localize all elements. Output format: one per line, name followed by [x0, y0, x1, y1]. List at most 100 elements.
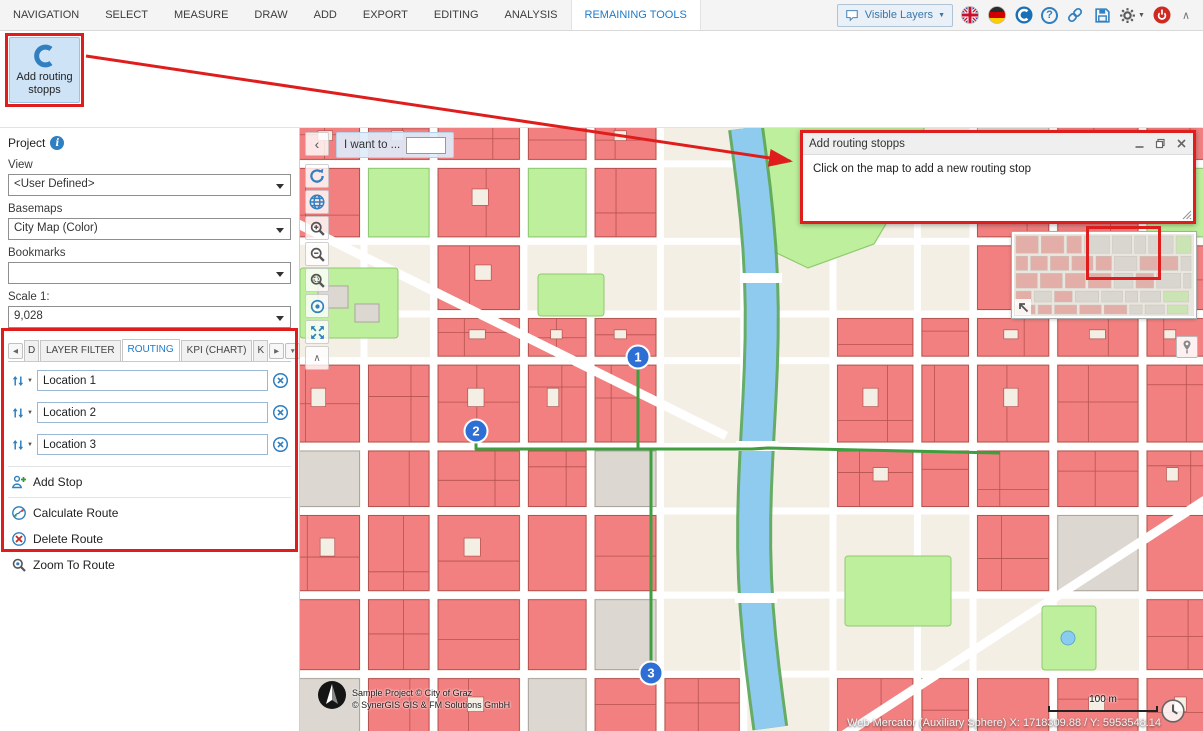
i-want-to-widget[interactable]: I want to ... [336, 132, 454, 158]
map-toolbar: ∧ [305, 164, 329, 370]
reset-rotation-button[interactable] [305, 164, 329, 188]
pin-tool-button[interactable] [1176, 336, 1198, 358]
tab-add[interactable]: ADD [301, 0, 350, 30]
zoom-window-button[interactable] [305, 268, 329, 292]
tab-remaining-tools[interactable]: REMAINING TOOLS [571, 0, 701, 30]
chevron-down-icon: ▼ [1138, 12, 1145, 19]
power-icon[interactable] [1152, 5, 1172, 25]
tool-label: Add routing stopps [10, 71, 79, 96]
c-logo-icon[interactable] [1014, 5, 1034, 25]
language-english-icon[interactable] [960, 5, 980, 25]
collapse-toolbar-button[interactable]: ∧ [305, 346, 329, 370]
calculate-route-button[interactable]: Calculate Route [8, 500, 291, 526]
panel-tab-layer-filter[interactable]: LAYER FILTER [40, 340, 121, 361]
dialog-window-buttons [1134, 138, 1187, 149]
i-want-to-input[interactable] [406, 137, 446, 154]
overview-toggle-icon[interactable] [1015, 299, 1031, 315]
save-icon[interactable] [1092, 5, 1112, 25]
tab-analysis[interactable]: ANALYSIS [492, 0, 571, 30]
chevron-down-icon: ▼ [27, 442, 33, 448]
tab-navigation[interactable]: NAVIGATION [0, 0, 92, 30]
tabs-scroll-right-button[interactable]: ▶ [269, 343, 284, 359]
zoom-in-button[interactable] [305, 216, 329, 240]
view-select[interactable]: <User Defined> [8, 174, 291, 196]
ribbon-icon-area: Visible Layers ▼ [837, 0, 1203, 30]
remove-stop-1-icon[interactable] [272, 372, 289, 389]
tab-draw[interactable]: DRAW [241, 0, 300, 30]
maximize-icon[interactable] [1155, 138, 1166, 149]
zoom-to-route-label: Zoom To Route [33, 558, 115, 572]
tabs-scroll-left-button[interactable]: ◀ [8, 343, 23, 359]
basemaps-select-value: City Map (Color) [14, 222, 98, 234]
scale-label: Scale 1: [8, 291, 291, 303]
reorder-stop-button[interactable]: ▼ [10, 373, 33, 389]
collapse-sidebar-button[interactable]: ‹ [305, 132, 329, 156]
chevron-down-icon: ▼ [938, 12, 945, 19]
chevron-down-icon [276, 272, 284, 277]
add-stop-button[interactable]: Add Stop [8, 469, 291, 495]
language-german-icon[interactable] [987, 5, 1007, 25]
add-routing-stopps-dialog: Add routing stopps Click on the map to a… [800, 130, 1196, 224]
scale-select-value: 9,028 [14, 310, 43, 322]
divider [8, 466, 291, 467]
full-extent-button[interactable] [305, 320, 329, 344]
globe-button[interactable] [305, 190, 329, 214]
svg-text:3: 3 [647, 666, 654, 681]
overview-map-canvas [1014, 234, 1194, 316]
stop-3-input[interactable] [37, 434, 268, 455]
basemaps-select[interactable]: City Map (Color) [8, 218, 291, 240]
panel-tab-clipped-left[interactable]: D [24, 340, 39, 361]
application-window: NAVIGATION SELECT MEASURE DRAW ADD EXPOR… [0, 0, 1203, 731]
info-icon[interactable]: i [50, 136, 64, 150]
view-select-value: <User Defined> [14, 178, 95, 190]
chevron-down-icon [276, 184, 284, 189]
delete-route-icon [11, 531, 27, 547]
minimize-icon[interactable] [1134, 138, 1145, 149]
tab-select[interactable]: SELECT [92, 0, 161, 30]
resize-grip[interactable] [1180, 208, 1192, 220]
project-header: Project i [8, 134, 291, 152]
close-icon[interactable] [1176, 138, 1187, 149]
stop-1-input[interactable] [37, 370, 268, 391]
delete-route-button[interactable]: Delete Route [8, 526, 291, 552]
dialog-title-bar[interactable]: Add routing stopps [803, 133, 1193, 155]
visible-layers-button[interactable]: Visible Layers ▼ [837, 4, 953, 27]
north-arrow [317, 680, 347, 715]
dialog-message: Click on the map to add a new routing st… [803, 155, 1193, 183]
panel-tab-routing[interactable]: ROUTING [122, 339, 180, 361]
project-title: Project [8, 136, 45, 150]
settings-gear-button[interactable]: ▼ [1119, 7, 1145, 24]
collapse-ribbon-icon[interactable]: ∧ [1179, 9, 1193, 22]
add-stop-label: Add Stop [33, 475, 82, 489]
tab-export[interactable]: EXPORT [350, 0, 421, 30]
svg-text:2: 2 [472, 424, 479, 439]
zoom-center-button[interactable] [305, 294, 329, 318]
reorder-stop-button[interactable]: ▼ [10, 405, 33, 421]
panel-tab-kpi-chart[interactable]: KPI (CHART) [181, 340, 253, 361]
zoom-out-button[interactable] [305, 242, 329, 266]
bookmarks-label: Bookmarks [8, 247, 291, 259]
panel-tab-clipped-right[interactable]: K [253, 340, 268, 361]
link-icon[interactable] [1065, 5, 1085, 25]
dialog-title: Add routing stopps [809, 138, 905, 150]
help-icon[interactable]: ? [1041, 7, 1058, 24]
scale-select[interactable]: 9,028 [8, 306, 291, 328]
calculate-route-icon [11, 505, 27, 521]
remove-stop-2-icon[interactable] [272, 404, 289, 421]
overview-map[interactable] [1012, 232, 1196, 318]
map-view[interactable]: 123 ‹ I want to ... [300, 128, 1203, 731]
tab-editing[interactable]: EDITING [421, 0, 492, 30]
bookmarks-select[interactable] [8, 262, 291, 284]
stop-2-input[interactable] [37, 402, 268, 423]
history-clock-button[interactable] [1160, 698, 1186, 729]
tabs-menu-button[interactable]: ▼ [285, 343, 300, 359]
reorder-stop-button[interactable]: ▼ [10, 437, 33, 453]
remove-stop-3-icon[interactable] [272, 436, 289, 453]
zoom-to-route-button[interactable]: Zoom To Route [8, 552, 291, 578]
scale-bar-line [1048, 706, 1158, 712]
panel-tab-strip: ◀ D LAYER FILTER ROUTING KPI (CHART) K ▶… [8, 340, 291, 362]
delete-route-label: Delete Route [33, 532, 103, 546]
scale-bar-label: 100 m [1048, 694, 1158, 705]
tab-measure[interactable]: MEASURE [161, 0, 241, 30]
add-routing-stopps-tool[interactable]: Add routing stopps [9, 37, 80, 103]
